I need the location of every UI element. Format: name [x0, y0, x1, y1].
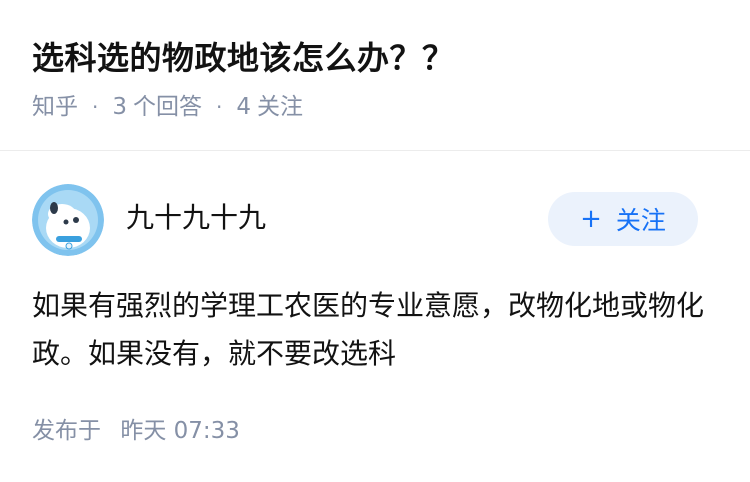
publish-day: 昨天	[120, 418, 167, 444]
answers-label: 个回答	[133, 94, 202, 120]
avatar[interactable]	[32, 184, 104, 256]
followers-count: 4	[236, 94, 251, 120]
section-divider	[0, 150, 750, 151]
follow-button[interactable]: + 关注	[548, 192, 698, 246]
question-meta: 知乎 · 3 个回答 · 4 关注	[32, 90, 718, 124]
follow-label: 关注	[615, 206, 666, 235]
answer-text[interactable]: 如果有强烈的学理工农医的专业意愿，改物化地或物化政。如果没有，就不要改选科	[32, 282, 718, 378]
question-header: 选科选的物政地该怎么办？？ 知乎 · 3 个回答 · 4 关注	[32, 34, 718, 124]
plus-icon: +	[580, 204, 602, 234]
publish-info: 发布于 昨天 07:33	[32, 414, 240, 448]
followers-label: 关注	[257, 94, 303, 120]
publish-label: 发布于	[32, 418, 101, 444]
source-label: 知乎	[32, 94, 78, 120]
answers-count: 3	[112, 94, 127, 120]
meta-dot-separator: ·	[216, 95, 223, 119]
publish-time: 07:33	[173, 418, 240, 444]
author-name[interactable]: 九十九十九	[126, 196, 266, 236]
question-title[interactable]: 选科选的物政地该怎么办？？	[32, 34, 718, 82]
answer-author-row: 九十九十九 + 关注	[32, 184, 698, 256]
meta-dot-separator: ·	[92, 95, 99, 119]
avatar-icon	[32, 184, 104, 256]
